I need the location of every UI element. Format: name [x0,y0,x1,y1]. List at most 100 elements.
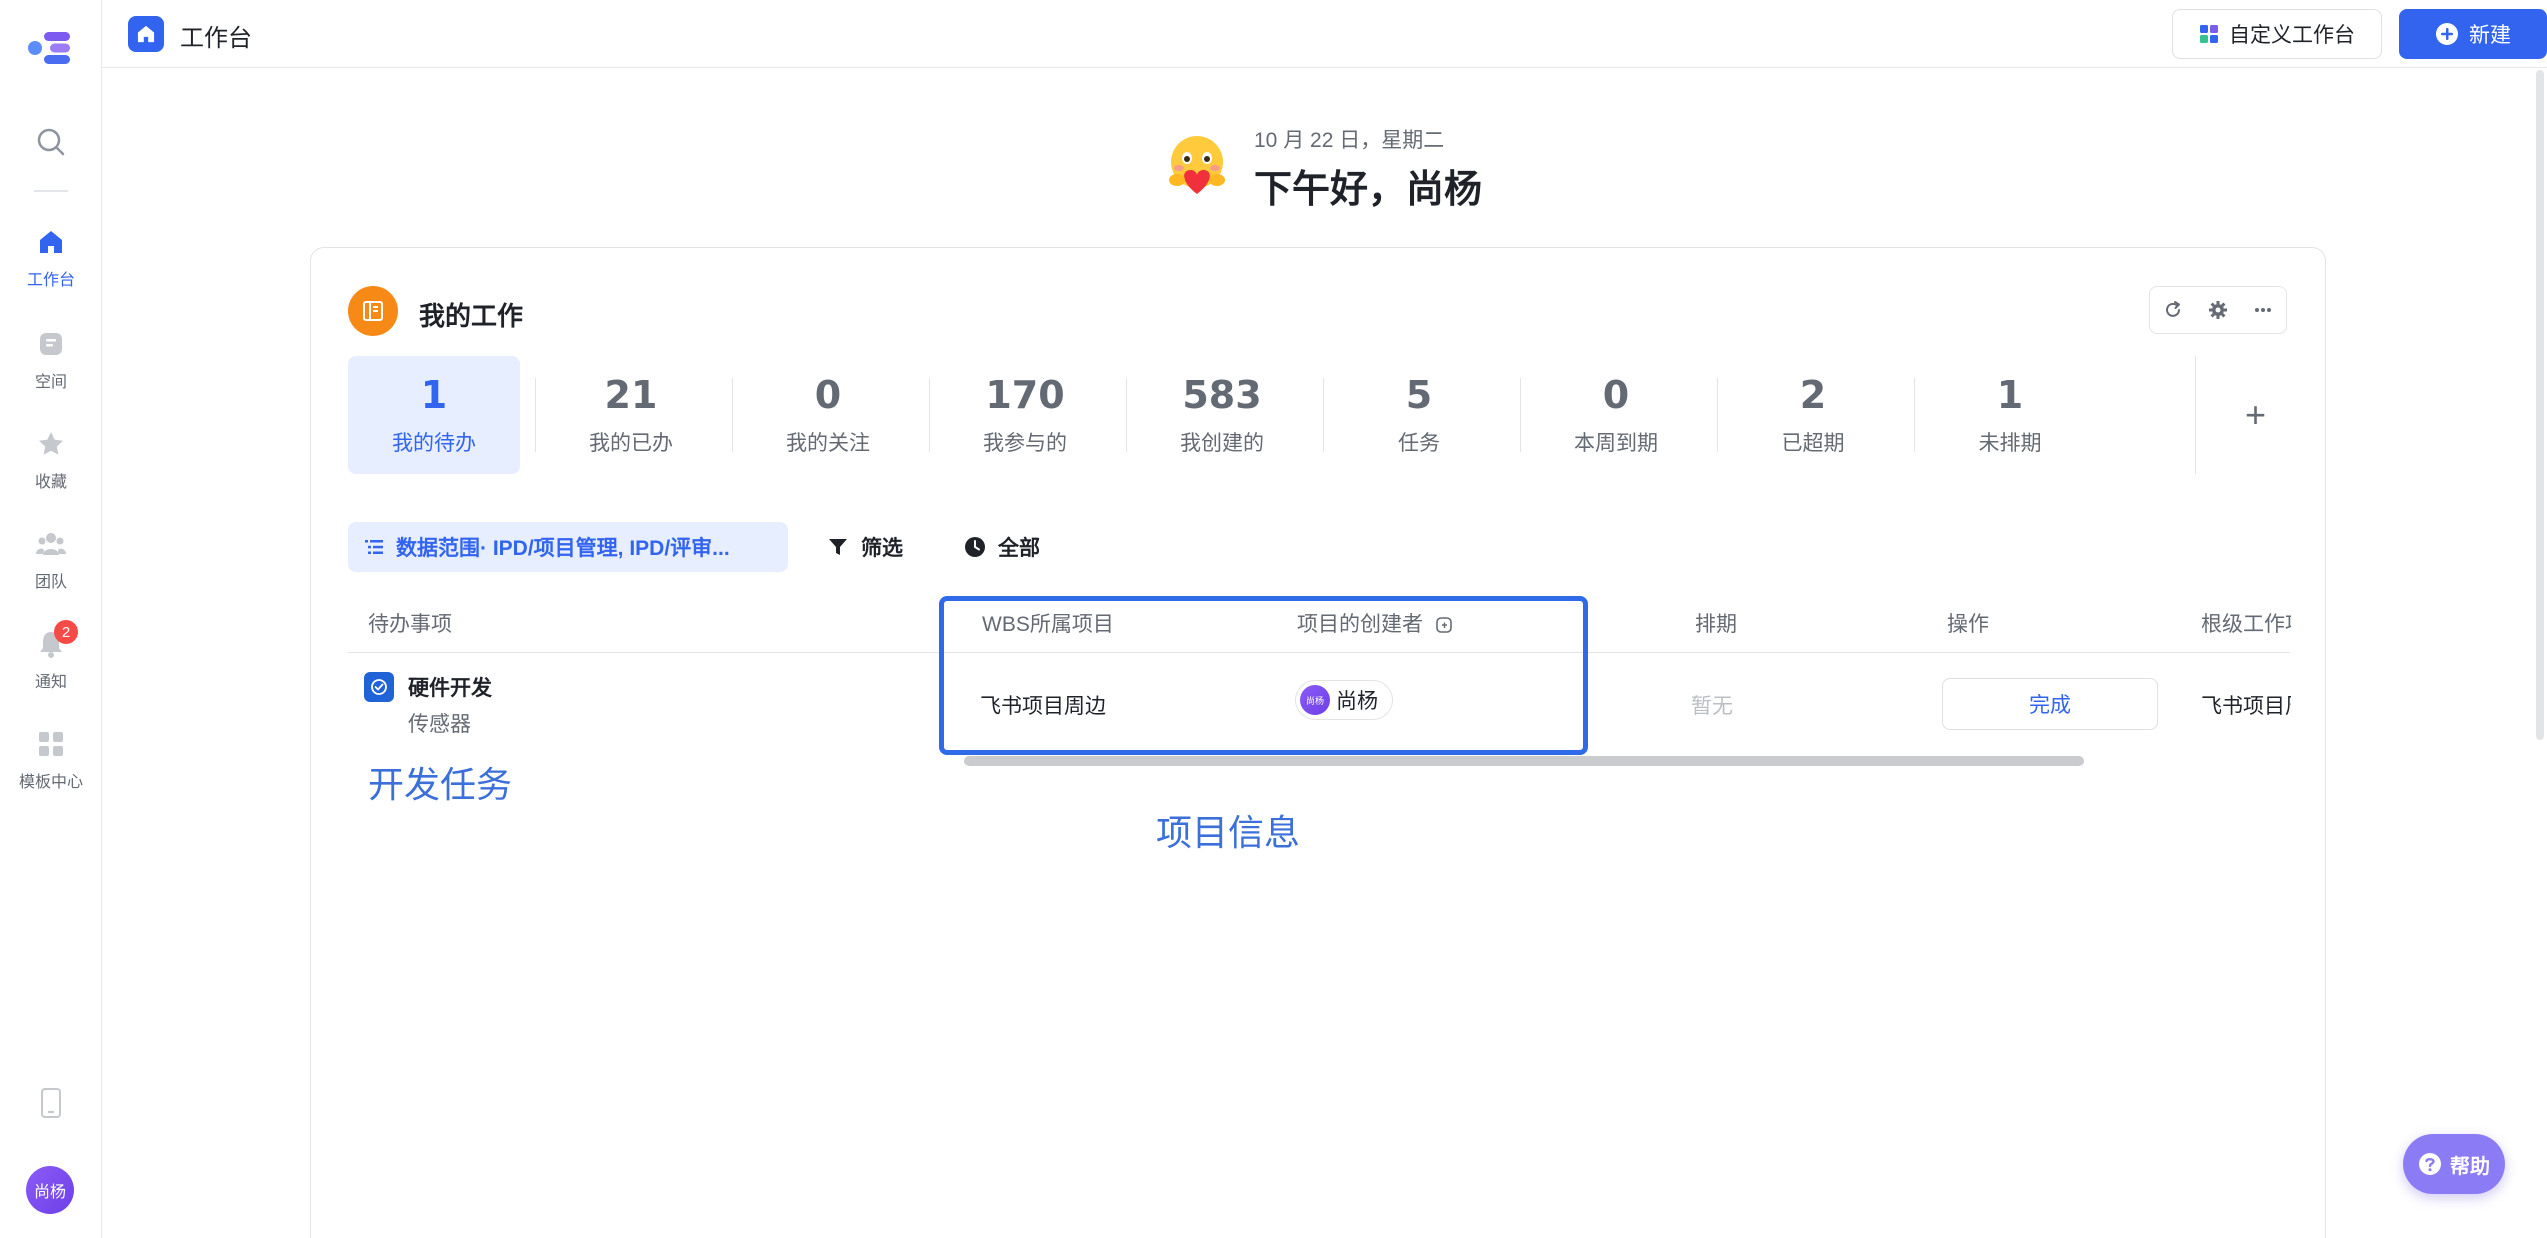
refresh-icon[interactable] [2156,293,2190,327]
table-overflow-clip: 根级工作项 飞书项目周 [2201,588,2291,748]
sidebar-item-team[interactable]: 团队 [0,528,102,608]
horizontal-scrollbar[interactable] [964,756,2084,766]
stat-tab-overdue[interactable]: 2 已超期 [1727,356,1899,474]
stat-divider [732,378,733,452]
stat-divider [1717,378,1718,452]
funnel-icon [829,539,847,555]
help-button[interactable]: 帮助 [2403,1134,2505,1194]
stat-label: 我创建的 [1180,432,1264,455]
page-title: 工作台 [180,25,252,52]
stat-tab-my-todo[interactable]: 1 我的待办 [348,356,520,474]
template-icon [35,728,67,760]
app-logo-icon[interactable] [26,28,76,68]
search-icon[interactable] [33,124,69,160]
sidebar: 工作台 空间 收藏 团队 2 通知 模板中心 尚杨 [0,0,102,1238]
stat-tab-due-this-week[interactable]: 0 本周到期 [1530,356,1702,474]
sidebar-item-label: 收藏 [34,474,67,491]
new-button[interactable]: 新建 [2399,9,2547,59]
more-options-icon[interactable] [2246,293,2280,327]
sidebar-item-workbench[interactable]: 工作台 [0,226,102,306]
stat-label: 我的关注 [786,432,870,455]
greeting-text: 下午好，尚杨 [1254,169,1483,211]
column-header-action[interactable]: 操作 [1947,608,1989,638]
task-subtitle: 传感器 [408,713,471,736]
sidebar-item-notifications[interactable]: 2 通知 [0,620,102,708]
stat-label: 已超期 [1781,432,1845,455]
new-button-label: 新建 [2469,24,2511,47]
customize-workbench-button[interactable]: 自定义工作台 [2172,9,2382,59]
home-icon [35,226,67,258]
stat-value: 1 [420,373,448,417]
vertical-scrollbar[interactable] [2536,70,2544,740]
stat-divider [1914,378,1915,452]
column-header-root-item[interactable]: 根级工作项 [2201,608,2291,638]
task-type-icon [364,672,394,702]
card-toolbar [2149,286,2287,334]
stat-label: 未排期 [1978,432,2042,455]
stat-value: 1 [1996,373,2024,417]
stat-divider [1126,378,1127,452]
column-header-todo[interactable]: 待办事项 [368,608,452,638]
stat-divider [929,378,930,452]
column-header-schedule[interactable]: 排期 [1695,608,1737,638]
scope-all-button[interactable]: 全部 [964,522,1040,572]
stat-value: 583 [1182,373,1262,417]
hug-emoji-icon [1169,136,1225,194]
stat-tab-tasks[interactable]: 5 任务 [1333,356,1505,474]
add-stat-button[interactable]: + [2195,356,2315,474]
sidebar-item-space[interactable]: 空间 [0,328,102,408]
stat-tab-my-follow[interactable]: 0 我的关注 [742,356,914,474]
annotation-highlight-box [939,596,1588,755]
sidebar-divider [34,190,68,192]
sidebar-item-label: 空间 [34,374,67,391]
user-avatar[interactable]: 尚杨 [26,1166,74,1214]
workbench-home-icon [128,16,164,52]
stat-label: 我的已办 [589,432,673,455]
data-range-filter[interactable]: 数据范围· IPD/项目管理, IPD/评审... [348,522,788,572]
card-title: 我的工作 [419,301,524,331]
sidebar-item-label: 模板中心 [18,774,83,791]
filter-button[interactable]: 筛选 [827,522,903,572]
team-icon [35,528,67,560]
list-icon [365,540,383,554]
widgets-icon [2200,25,2218,43]
annotation-project-info: 项目信息 [1156,812,1301,853]
stat-value: 21 [604,373,658,417]
stat-value: 0 [1602,373,1630,417]
stat-divider [1323,378,1324,452]
stat-label: 我参与的 [983,432,1067,455]
star-icon [35,428,67,460]
top-bar: 工作台 自定义工作台 新建 [102,0,2547,68]
scope-all-label: 全部 [998,537,1040,560]
stat-divider [535,378,536,452]
space-icon [35,328,67,360]
help-question-icon [2419,1153,2441,1175]
help-label: 帮助 [2450,1155,2490,1178]
greeting-date: 10 月 22 日，星期二 [1254,129,1445,152]
cell-root-item[interactable]: 飞书项目周 [2201,690,2291,720]
stat-value: 2 [1799,373,1827,417]
sidebar-item-favorites[interactable]: 收藏 [0,428,102,508]
stat-tab-participated[interactable]: 170 我参与的 [939,356,1111,474]
stat-label: 本周到期 [1574,432,1658,455]
sidebar-item-templates[interactable]: 模板中心 [0,728,102,808]
cell-schedule[interactable]: 暂无 [1691,690,1733,720]
stat-value: 0 [814,373,842,417]
complete-button[interactable]: 完成 [1942,678,2158,730]
stat-value: 5 [1405,373,1433,417]
stat-tab-unscheduled[interactable]: 1 未排期 [1924,356,2096,474]
stat-tab-my-done[interactable]: 21 我的已办 [545,356,717,474]
stat-divider [1520,378,1521,452]
stat-value: 170 [985,373,1065,417]
data-range-label: 数据范围· IPD/项目管理, IPD/评审... [396,537,730,560]
settings-gear-icon[interactable] [2201,293,2235,327]
clock-icon [965,537,985,557]
customize-workbench-label: 自定义工作台 [2229,24,2355,47]
stat-label: 我的待办 [392,432,476,455]
mobile-icon[interactable] [37,1088,65,1118]
task-name[interactable]: 硬件开发 [408,672,492,702]
annotation-dev-task: 开发任务 [368,764,513,805]
notification-badge: 2 [54,620,78,644]
stat-tab-created[interactable]: 583 我创建的 [1136,356,1308,474]
sidebar-item-label: 团队 [34,574,67,591]
